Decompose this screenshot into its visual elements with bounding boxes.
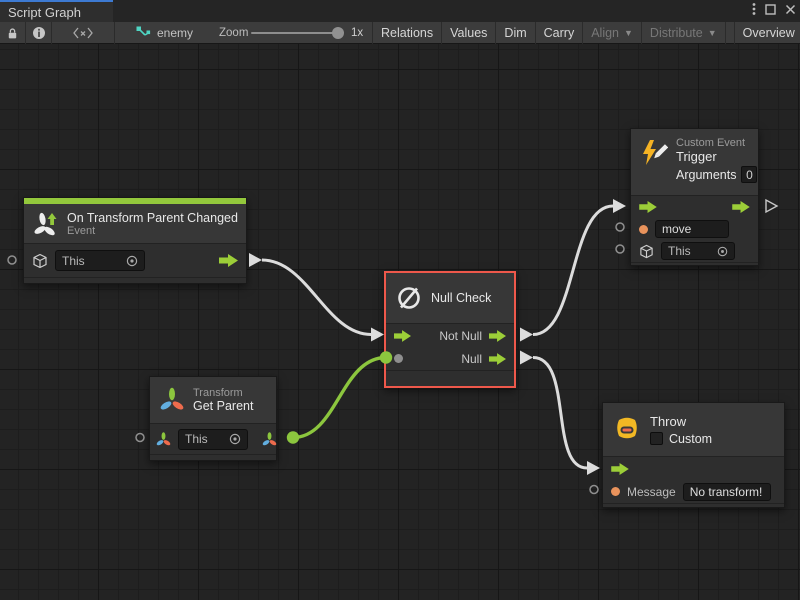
carry-button[interactable]: Carry — [535, 22, 583, 44]
zoom-slider-knob[interactable] — [332, 27, 344, 39]
unconnected-input-port[interactable] — [8, 256, 16, 264]
wire-event-to-nullcheck[interactable] — [262, 260, 371, 335]
graph-breadcrumb[interactable]: enemy — [136, 22, 193, 44]
distribute-dropdown: Distribute ▼ — [641, 22, 725, 44]
wire-layer — [0, 44, 800, 600]
wire-start-dot[interactable] — [287, 431, 299, 443]
wire-start-arrow[interactable] — [520, 328, 533, 342]
chevron-down-icon: ▼ — [708, 28, 717, 38]
graph-icon — [136, 26, 151, 40]
graph-toolbar: enemy Zoom 1x Relations Values Dim Carry… — [0, 22, 800, 44]
wire-end-arrow[interactable] — [613, 199, 626, 213]
overview-button[interactable]: Overview — [734, 22, 800, 44]
unconnected-input-port[interactable] — [616, 245, 624, 253]
values-button[interactable]: Values — [441, 22, 495, 44]
graph-canvas[interactable]: On Transform Parent Changed Event This — [0, 44, 800, 600]
zoom-slider[interactable] — [251, 32, 339, 34]
chevron-down-icon: ▼ — [624, 28, 633, 38]
unity-visual-scripting-window: Script Graph — [0, 0, 800, 600]
unconnected-input-port[interactable] — [136, 434, 144, 442]
unconnected-flow-output-port[interactable] — [766, 200, 777, 212]
maximize-icon[interactable] — [765, 4, 776, 15]
zoom-value: 1x — [351, 22, 363, 44]
relations-button[interactable]: Relations — [372, 22, 441, 44]
info-icon — [32, 26, 46, 40]
distribute-label: Distribute — [650, 26, 703, 40]
wire-getparent-to-nullcheck[interactable] — [293, 358, 386, 438]
lock-button[interactable] — [0, 22, 26, 44]
unconnected-input-port[interactable] — [590, 486, 598, 494]
wire-end-dot[interactable] — [380, 351, 392, 363]
wire-null-to-throw[interactable] — [533, 358, 587, 469]
wire-start-arrow[interactable] — [520, 351, 533, 365]
wire-end-arrow[interactable] — [371, 328, 384, 342]
zoom-label: Zoom — [219, 22, 248, 44]
wire-notnull-to-trigger[interactable] — [533, 206, 613, 335]
tab-script-graph[interactable]: Script Graph — [0, 0, 113, 22]
align-label: Align — [591, 26, 619, 40]
graph-name-label: enemy — [157, 26, 193, 40]
kebab-menu-icon[interactable] — [752, 2, 756, 16]
wire-end-arrow[interactable] — [587, 461, 600, 475]
tab-bar: Script Graph — [0, 0, 800, 22]
code-view-button[interactable] — [52, 22, 115, 44]
info-button[interactable] — [26, 22, 52, 44]
align-dropdown: Align ▼ — [582, 22, 641, 44]
unconnected-input-port[interactable] — [616, 223, 624, 231]
wire-start-arrow[interactable] — [249, 253, 262, 267]
lock-icon — [6, 27, 19, 40]
close-icon[interactable] — [785, 4, 796, 15]
dim-button[interactable]: Dim — [495, 22, 534, 44]
tab-title: Script Graph — [8, 5, 81, 20]
code-brackets-icon — [73, 27, 93, 39]
